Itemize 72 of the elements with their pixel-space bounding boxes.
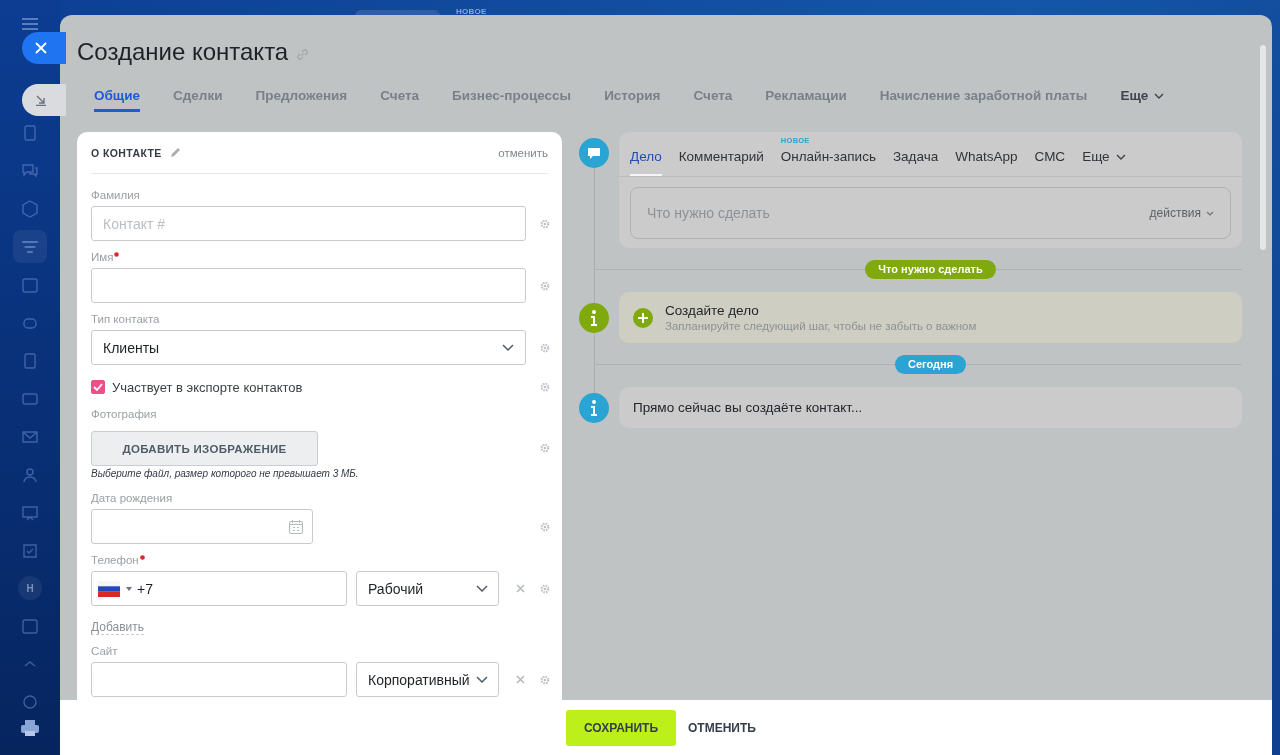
todo-title: Создайте дело — [665, 303, 760, 318]
activity-tab[interactable]: Онлайн-запись — [780, 148, 876, 176]
field-label: Дата рождения — [91, 491, 173, 506]
people-icon[interactable] — [21, 465, 39, 484]
todo-card[interactable]: Создайте дело Запланируйте следующий шаг, чтобы не забыть о важном — [619, 292, 1242, 343]
checkbox-icon[interactable] — [21, 541, 39, 560]
input-field[interactable] — [91, 268, 526, 303]
remove-icon[interactable] — [516, 584, 525, 593]
chat-icon[interactable] — [21, 161, 39, 180]
dropdown[interactable]: Клиенты — [91, 330, 526, 365]
add-link[interactable]: Добавить — [91, 620, 145, 635]
avatar[interactable]: H — [18, 576, 42, 600]
field-label: Телефон — [91, 553, 139, 568]
chevron-down-icon — [1154, 92, 1165, 99]
close-icon — [35, 42, 47, 54]
chevron-down-icon — [476, 585, 488, 592]
date-field[interactable] — [91, 509, 313, 544]
chevron-down-icon — [1115, 154, 1126, 160]
chevron-down-icon — [502, 344, 514, 351]
chevron-down-icon — [476, 676, 488, 683]
date-pill: Что нужно сделать — [865, 260, 996, 279]
page-title: Создание контакта — [77, 37, 289, 67]
more-tab[interactable]: Еще — [1120, 82, 1165, 112]
field-label: Имя — [91, 250, 114, 265]
info-text: Прямо сейчас вы создаёте контакт... — [633, 400, 863, 415]
minimize-button[interactable] — [22, 84, 66, 116]
checkbox-label: Участвует в экспорте контактов — [112, 379, 303, 395]
cancel-button[interactable]: ОТМЕНИТЬ — [688, 720, 756, 735]
todo-input-field[interactable]: Что нужно сделать действия — [630, 187, 1231, 239]
activity-tab[interactable]: СМС — [1034, 148, 1066, 176]
link-icon[interactable] — [296, 47, 310, 61]
info-icon — [579, 302, 609, 333]
cancel-link[interactable]: отменить — [498, 146, 548, 159]
new-label: НОВОЕ — [456, 7, 487, 16]
flag-icon[interactable] — [98, 580, 120, 597]
save-button[interactable]: СОХРАНИТЬ — [566, 709, 676, 746]
board-icon[interactable] — [21, 503, 39, 522]
phone-field[interactable]: +7 — [91, 571, 347, 606]
caret-icon[interactable] — [126, 586, 132, 591]
activity-tab[interactable]: Дело — [630, 148, 662, 176]
field-label: Сайт — [91, 644, 118, 659]
hint-text: Выберите файл, размер которого не превышает 3 МБ. — [91, 468, 360, 479]
document-icon[interactable] — [21, 123, 39, 142]
field-label: Тип контакта — [91, 312, 160, 327]
chat-icon — [579, 138, 609, 168]
scrollbar[interactable] — [1260, 45, 1266, 250]
section-title: О КОНТАКТЕ — [91, 146, 162, 159]
remove-icon[interactable] — [516, 675, 525, 684]
plus-icon[interactable] — [633, 307, 653, 328]
activity-tab[interactable]: WhatsApp — [955, 148, 1018, 176]
more-tab[interactable]: Еще — [1082, 148, 1126, 176]
dropdown[interactable]: Корпоративный — [356, 662, 499, 697]
date-pill: Сегодня — [894, 355, 967, 374]
activity-tab[interactable]: Комментарий — [678, 148, 764, 176]
info-icon — [579, 392, 609, 423]
close-button[interactable] — [22, 32, 66, 64]
todo-subtitle: Запланируйте следующий шаг, чтобы не забыть о важном — [665, 320, 977, 332]
printer-icon[interactable] — [20, 719, 40, 737]
chevron-down-icon — [1206, 210, 1214, 216]
actions-dropdown[interactable]: действия — [1149, 206, 1214, 220]
add-image-button[interactable]: ДОБАВИТЬ ИЗОБРАЖЕНИЕ — [91, 431, 318, 466]
activity-tab[interactable]: Задача — [892, 148, 939, 176]
tab[interactable]: Общие — [94, 82, 141, 112]
checkbox[interactable] — [91, 380, 105, 394]
website-field[interactable] — [91, 662, 347, 697]
hexagon-icon[interactable] — [21, 199, 39, 218]
collapse-icon — [35, 94, 47, 106]
pencil-icon[interactable] — [169, 147, 181, 158]
field-label: Фамилия — [91, 188, 140, 203]
dropdown[interactable]: Рабочий — [356, 571, 499, 606]
menu-icon[interactable] — [22, 18, 38, 30]
field-label: Фотография — [91, 407, 157, 422]
